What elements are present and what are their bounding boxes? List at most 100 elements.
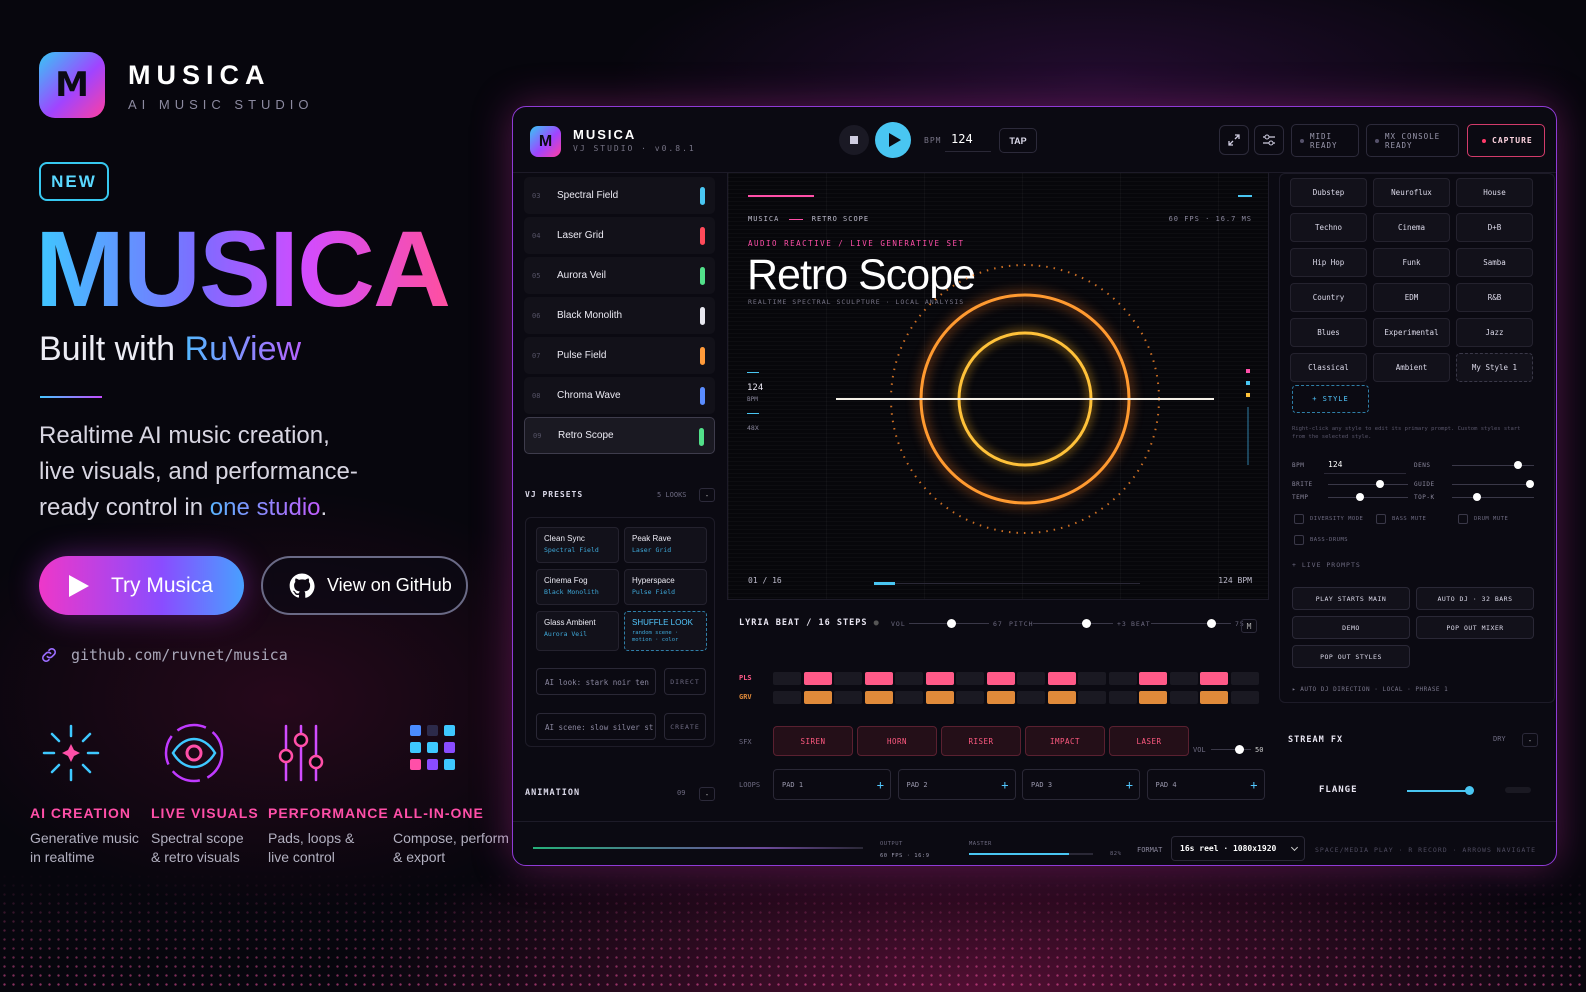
fullscreen-button[interactable] [1219, 125, 1249, 155]
bass-mute-checkbox[interactable]: BASS MUTE [1376, 514, 1426, 524]
sfx-button[interactable]: HORN [857, 726, 937, 756]
stop-button[interactable] [839, 125, 869, 155]
sfx-vol-knob[interactable] [1235, 745, 1244, 754]
add-style-button[interactable]: + STYLE [1292, 385, 1369, 413]
step-cell[interactable] [1200, 672, 1228, 685]
step-cell[interactable] [986, 672, 1015, 685]
step-cell[interactable] [773, 672, 801, 685]
step-cell[interactable] [1017, 691, 1045, 704]
step-cell[interactable] [773, 691, 801, 704]
dens-slider[interactable] [1452, 461, 1534, 469]
step-cell[interactable] [1200, 691, 1228, 704]
style-button[interactable]: D+B [1456, 213, 1533, 242]
pad-add-button[interactable]: + [1250, 778, 1257, 792]
guide-knob[interactable] [1525, 480, 1534, 488]
style-button[interactable]: Classical [1290, 353, 1367, 382]
step-cell[interactable] [1078, 691, 1106, 704]
shuffle-look-button[interactable]: SHUFFLE LOOK random scene · motion · colo… [624, 611, 707, 651]
live-prompts-toggle[interactable]: + LIVE PROMPTS [1292, 561, 1361, 569]
tap-tempo-button[interactable]: TAP [999, 128, 1037, 153]
style-button[interactable]: Country [1290, 283, 1367, 312]
step-cell[interactable] [834, 691, 862, 704]
sfx-button[interactable]: LASER [1109, 726, 1189, 756]
demo-button[interactable]: DEMO [1292, 616, 1410, 639]
vol-slider[interactable] [909, 619, 989, 628]
format-select[interactable]: 16s reel · 1080x1920 [1171, 836, 1305, 861]
mx-console-status[interactable]: MX CONSOLE READY [1366, 124, 1459, 157]
step-cell[interactable] [1108, 672, 1137, 685]
track-item[interactable]: 06 Black Monolith [524, 297, 715, 334]
style-button[interactable]: Cinema [1373, 213, 1450, 242]
step-cell[interactable] [1230, 691, 1259, 704]
timeline-scrubber[interactable] [874, 582, 1140, 585]
try-musica-button[interactable]: Try Musica [39, 556, 244, 615]
style-button[interactable]: Neuroflux [1373, 178, 1450, 207]
flange-toggle[interactable] [1505, 787, 1531, 793]
pop-out-mixer-button[interactable]: POP OUT MIXER [1416, 616, 1534, 639]
step-cell[interactable] [925, 672, 954, 685]
preset-clean-sync[interactable]: Clean Sync Spectral Field [536, 527, 619, 563]
midi-status[interactable]: MIDI READY [1291, 124, 1359, 157]
stream-fx-collapse-button[interactable]: - [1522, 733, 1538, 747]
loop-pad[interactable]: PAD 2 + [897, 769, 1016, 800]
play-starts-main-button[interactable]: PLAY STARTS MAIN [1292, 587, 1410, 610]
style-button[interactable]: Hip Hop [1290, 248, 1367, 277]
style-button[interactable]: Samba [1456, 248, 1533, 277]
step-cell[interactable] [1169, 672, 1198, 685]
step-cell[interactable] [803, 672, 832, 685]
temp-knob[interactable] [1356, 493, 1364, 501]
repo-link[interactable]: github.com/ruvnet/musica [39, 645, 288, 665]
step-cell[interactable] [986, 691, 1015, 704]
brite-knob[interactable] [1376, 480, 1384, 488]
style-button[interactable]: House [1456, 178, 1533, 207]
beat-knob[interactable] [1207, 619, 1216, 628]
bpm-input[interactable]: 124 [945, 128, 991, 152]
beat-mute-button[interactable]: M [1241, 619, 1257, 633]
track-item[interactable]: 09 Retro Scope [524, 417, 715, 454]
step-cell[interactable] [895, 672, 923, 685]
flange-knob[interactable] [1465, 786, 1474, 795]
style-button[interactable]: Jazz [1456, 318, 1533, 347]
sfx-vol-slider[interactable] [1211, 745, 1251, 754]
diversity-mode-checkbox[interactable]: DIVERSITY MODE [1294, 514, 1363, 524]
ai-look-input[interactable]: AI look: stark noir ten [536, 668, 656, 695]
pop-out-styles-button[interactable]: POP OUT STYLES [1292, 645, 1410, 668]
track-item[interactable]: 07 Pulse Field [524, 337, 715, 374]
step-cell[interactable] [1169, 691, 1198, 704]
style-button[interactable]: EDM [1373, 283, 1450, 312]
style-button[interactable]: My Style 1 [1456, 353, 1533, 382]
master-slider[interactable] [969, 853, 1093, 855]
pitch-slider[interactable] [1033, 619, 1113, 628]
beat-slider[interactable] [1151, 619, 1231, 628]
step-cell[interactable] [1108, 691, 1137, 704]
step-cell[interactable] [925, 691, 954, 704]
style-button[interactable]: Techno [1290, 213, 1367, 242]
view-on-github-button[interactable]: View on GitHub [261, 556, 468, 615]
step-cell[interactable] [864, 691, 893, 704]
step-cell[interactable] [956, 672, 984, 685]
pad-add-button[interactable]: + [1126, 778, 1133, 792]
step-cell[interactable] [864, 672, 893, 685]
create-button[interactable]: CREATE [664, 713, 706, 740]
guide-slider[interactable] [1452, 480, 1534, 488]
step-cell[interactable] [1078, 672, 1106, 685]
step-cell[interactable] [1017, 672, 1045, 685]
loop-pad[interactable]: PAD 3 + [1022, 769, 1140, 800]
sfx-button[interactable]: IMPACT [1025, 726, 1105, 756]
loop-pad[interactable]: PAD 1 + [773, 769, 891, 800]
style-button[interactable]: Funk [1373, 248, 1450, 277]
settings-button[interactable] [1254, 125, 1284, 155]
topk-knob[interactable] [1472, 493, 1481, 501]
sfx-button[interactable]: RISER [941, 726, 1021, 756]
step-cell[interactable] [1047, 672, 1076, 685]
step-cell[interactable] [895, 691, 923, 704]
step-cell[interactable] [803, 691, 832, 704]
loop-pad[interactable]: PAD 4 + [1146, 769, 1265, 800]
style-button[interactable]: Ambient [1373, 353, 1450, 382]
style-button[interactable]: Experimental [1373, 318, 1450, 347]
preset-peak-rave[interactable]: Peak Rave Laser Grid [624, 527, 707, 563]
topk-slider[interactable] [1452, 493, 1534, 501]
drum-mute-checkbox[interactable]: DRUM MUTE [1458, 514, 1508, 524]
style-bpm-input[interactable]: 124 [1324, 456, 1406, 474]
auto-dj-button[interactable]: AUTO DJ · 32 BARS [1416, 587, 1534, 610]
